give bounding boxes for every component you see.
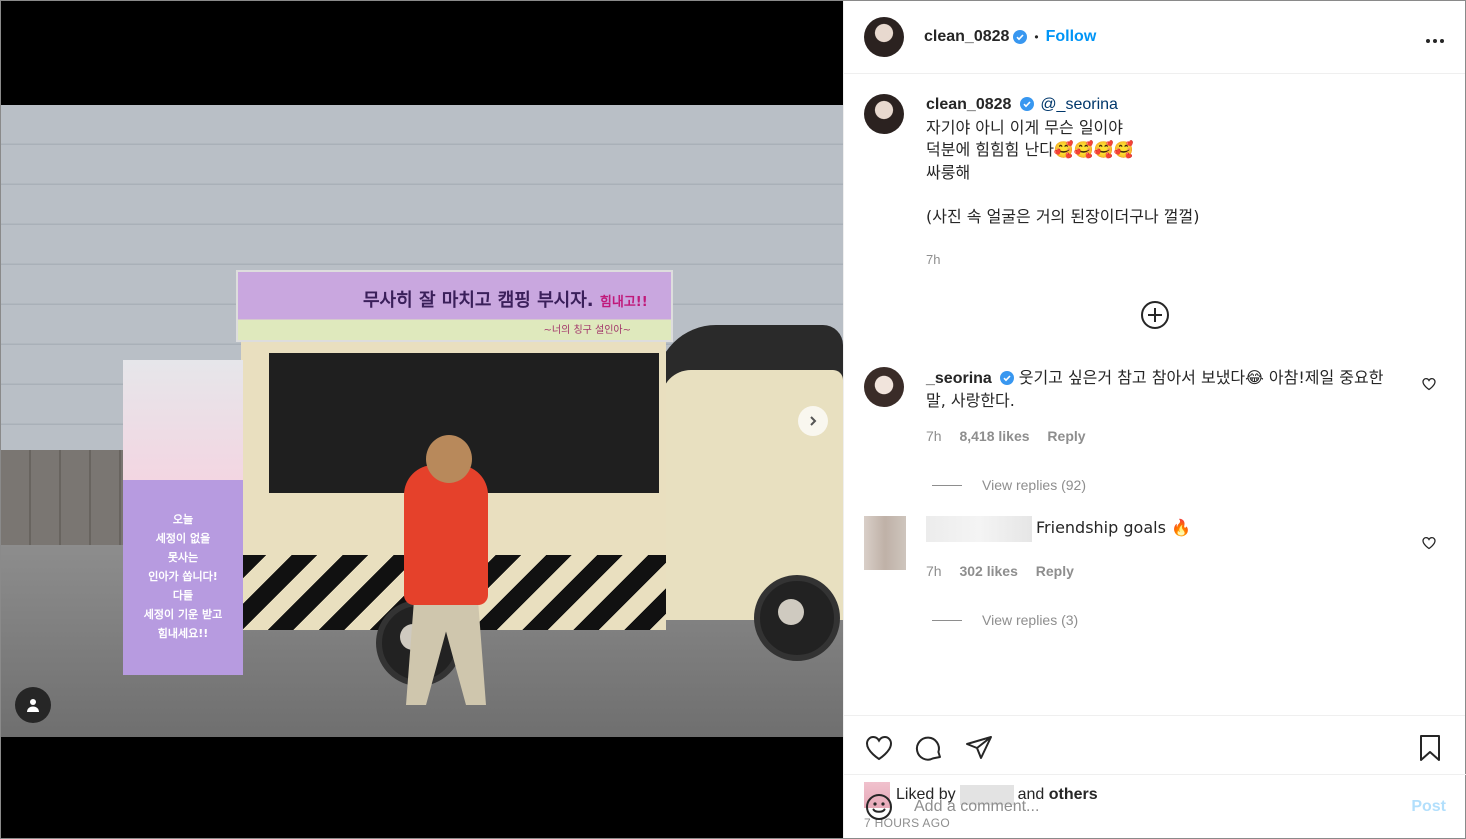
caption-username[interactable]: clean_0828 bbox=[926, 96, 1011, 113]
post-photo[interactable]: 무사히 잘 마치고 캠핑 부시자. 힘내고!! ~너의 칭구 설인아~ 오늘 세… bbox=[1, 105, 843, 737]
post-media: 무사히 잘 마치고 캠핑 부시자. 힘내고!! ~너의 칭구 설인아~ 오늘 세… bbox=[1, 1, 843, 838]
emoji-smiley-icon[interactable] bbox=[864, 792, 894, 822]
comment-item: Friendship goals 🔥 7h 302 likes Reply bbox=[864, 516, 1446, 582]
person-figure bbox=[386, 435, 516, 715]
caption-line: 덕분에 힘힘힘 난다🥰🥰🥰🥰 bbox=[926, 140, 1134, 159]
commenter-avatar[interactable] bbox=[864, 516, 906, 570]
like-comment-heart-icon[interactable] bbox=[1422, 377, 1436, 391]
truck-banner: 무사히 잘 마치고 캠핑 부시자. 힘내고!! ~너의 칭구 설인아~ bbox=[236, 270, 673, 342]
commenter-username[interactable]: _seorina bbox=[926, 370, 992, 387]
banner-text: 무사히 잘 마치고 캠핑 부시자. 힘내고!! bbox=[363, 290, 648, 311]
more-options-icon[interactable] bbox=[1425, 24, 1445, 50]
comment-time[interactable]: 7h bbox=[926, 428, 942, 444]
save-bookmark-icon[interactable] bbox=[1415, 733, 1445, 763]
caption-line bbox=[926, 184, 1446, 206]
comment-text: 웃기고 싶은거 참고 참아서 보냈다😂 아참!제일 중요한 말, 사랑한다. bbox=[926, 368, 1384, 410]
banner-subtext: ~너의 칭구 설인아~ bbox=[543, 325, 631, 336]
comments-scroll-area[interactable]: clean_0828 @_seorina 자기야 아니 이게 무슨 일이야 덕분… bbox=[844, 74, 1465, 715]
follow-button[interactable]: Follow bbox=[1046, 28, 1097, 46]
commenter-username-redacted[interactable] bbox=[926, 516, 1032, 542]
comment-text: Friendship goals 🔥 bbox=[1036, 518, 1191, 538]
add-comment-bar: Post bbox=[844, 774, 1466, 838]
reply-button[interactable]: Reply bbox=[1047, 428, 1085, 444]
load-more-comments-icon[interactable] bbox=[1140, 300, 1170, 330]
post-side-panel: clean_0828 • Follow clean_0828 @_seorina… bbox=[843, 1, 1466, 838]
caption-line: 자기야 아니 이게 무슨 일이야 bbox=[926, 117, 1123, 137]
comment-likes[interactable]: 8,418 likes bbox=[959, 428, 1029, 444]
standee-banner: 오늘 세정이 없을 못사는 인아가 쏩니다! 다들 세정이 기운 받고 힘내세요… bbox=[123, 360, 243, 675]
comment-item: _seorina 웃기고 싶은거 참고 참아서 보냈다😂 아참!제일 중요한 말… bbox=[864, 367, 1446, 447]
verified-badge-icon bbox=[1013, 30, 1028, 44]
caption-line: (사진 속 얼굴은 거의 된장이더구나 껄껄) bbox=[926, 207, 1200, 226]
author-username[interactable]: clean_0828 bbox=[924, 28, 1009, 46]
post-modal: 무사히 잘 마치고 캠핑 부시자. 힘내고!! ~너의 칭구 설인아~ 오늘 세… bbox=[0, 0, 1466, 839]
share-paper-plane-icon[interactable] bbox=[964, 733, 994, 763]
comment-likes[interactable]: 302 likes bbox=[959, 563, 1017, 579]
post-actions bbox=[844, 715, 1465, 780]
standee-text: 오늘 세정이 없을 못사는 인아가 쏩니다! 다들 세정이 기운 받고 힘내세요… bbox=[143, 513, 223, 640]
post-comment-button[interactable]: Post bbox=[1411, 798, 1446, 816]
verified-badge-icon bbox=[1000, 371, 1015, 385]
tagged-user-icon[interactable] bbox=[15, 687, 51, 723]
caption-avatar[interactable] bbox=[864, 94, 904, 134]
verified-badge-icon bbox=[1019, 97, 1034, 111]
comment-input[interactable] bbox=[912, 796, 1412, 817]
caption-mention[interactable]: @_seorina bbox=[1040, 96, 1118, 113]
view-replies-button[interactable]: View replies (3) bbox=[932, 612, 1078, 628]
caption-time[interactable]: 7h bbox=[926, 249, 1446, 272]
view-replies-button[interactable]: View replies (92) bbox=[932, 477, 1086, 493]
caption: clean_0828 @_seorina 자기야 아니 이게 무슨 일이야 덕분… bbox=[864, 94, 1446, 271]
caption-line: 싸룽해 bbox=[926, 162, 971, 182]
comment-bubble-icon[interactable] bbox=[914, 733, 944, 763]
like-comment-heart-icon[interactable] bbox=[1422, 536, 1436, 550]
like-heart-icon[interactable] bbox=[864, 733, 894, 763]
comment-time[interactable]: 7h bbox=[926, 563, 942, 579]
next-image-chevron-icon[interactable] bbox=[798, 406, 828, 436]
author-avatar[interactable] bbox=[864, 17, 904, 57]
commenter-avatar[interactable] bbox=[864, 367, 904, 407]
post-header: clean_0828 • Follow bbox=[844, 1, 1465, 74]
reply-button[interactable]: Reply bbox=[1036, 563, 1074, 579]
